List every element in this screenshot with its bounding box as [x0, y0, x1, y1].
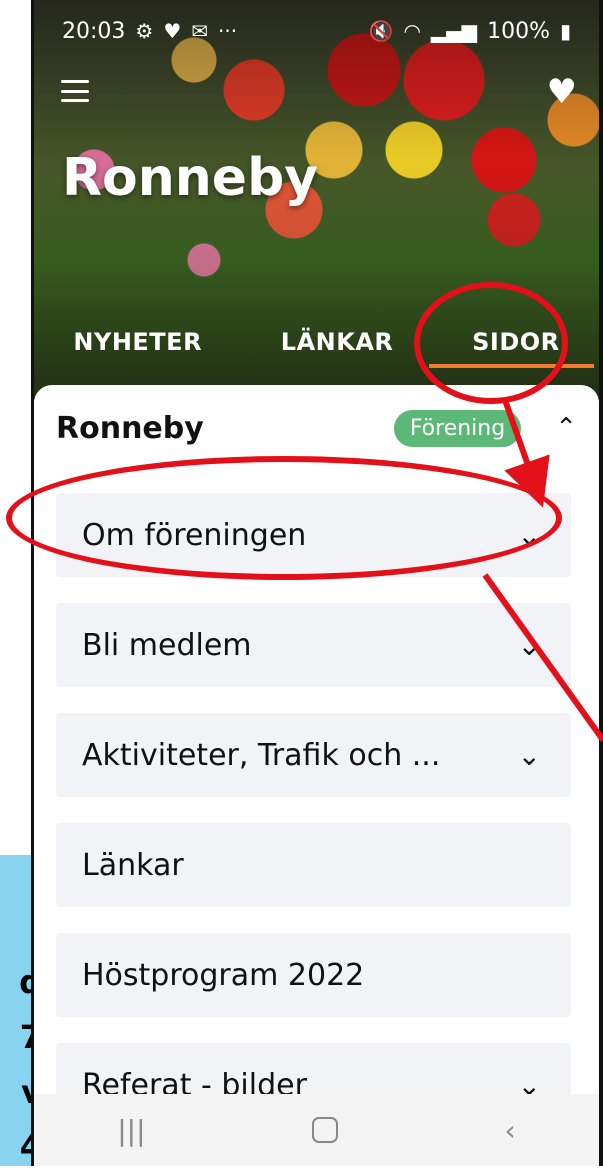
pages-card: Ronneby Förening ⌃ Om föreningen ⌄ Bli m…: [34, 385, 599, 1166]
battery-icon: ▮: [559, 19, 571, 43]
mail-icon: ✉: [191, 19, 209, 43]
signal-icon: ▂▄▆: [430, 19, 478, 43]
list-item-label: Länkar: [82, 847, 184, 883]
card-title: Ronneby: [56, 410, 204, 446]
active-tab-indicator: [429, 364, 594, 368]
chevron-down-icon[interactable]: ⌄: [518, 629, 541, 662]
recents-icon[interactable]: |||: [117, 1114, 145, 1147]
back-icon[interactable]: ‹: [505, 1114, 516, 1147]
home-icon[interactable]: [312, 1117, 339, 1143]
tab-bar: NYHETER LÄNKAR SIDOR: [34, 318, 599, 366]
list-item-lankar[interactable]: Länkar: [56, 823, 571, 907]
tab-nyheter[interactable]: NYHETER: [63, 328, 212, 356]
list-item-label: Aktiviteter, Trafik och ...: [82, 737, 441, 773]
chevron-up-icon[interactable]: ⌃: [555, 413, 577, 443]
card-header[interactable]: Ronneby Förening ⌃: [56, 407, 577, 449]
chevron-down-icon[interactable]: ⌄: [518, 519, 541, 552]
status-bar: 20:03 ⚙ ♥ ✉ ··· 🔇 ◠ ▂▄▆ 100% ▮: [34, 0, 599, 62]
list-item-label: Om föreningen: [82, 517, 307, 553]
settings-icon: ⚙: [135, 19, 154, 43]
wifi-icon: ◠: [403, 19, 421, 43]
page-title: Ronneby: [62, 148, 319, 208]
menu-icon[interactable]: [61, 80, 89, 102]
list-item-label: Bli medlem: [82, 627, 252, 663]
android-nav-bar: ||| ‹: [34, 1094, 599, 1166]
list-item-bli-medlem[interactable]: Bli medlem ⌄: [56, 603, 571, 687]
mute-icon: 🔇: [368, 19, 394, 43]
heart-icon[interactable]: ♥: [547, 75, 577, 109]
phone-screen: 20:03 ⚙ ♥ ✉ ··· 🔇 ◠ ▂▄▆ 100% ▮ ♥ Ronneby…: [31, 0, 603, 1166]
battery-percent: 100%: [487, 18, 550, 44]
heart-pulse-icon: ♥: [163, 19, 182, 43]
status-badge: Förening: [393, 409, 522, 447]
list-item-hostprogram[interactable]: Höstprogram 2022: [56, 933, 571, 1017]
status-time: 20:03: [62, 18, 126, 44]
tab-lankar[interactable]: LÄNKAR: [271, 328, 404, 356]
list-item-aktiviteter[interactable]: Aktiviteter, Trafik och ... ⌄: [56, 713, 571, 797]
more-icon: ···: [218, 19, 238, 43]
list-item-label: Höstprogram 2022: [82, 957, 365, 993]
tab-sidor[interactable]: SIDOR: [462, 328, 570, 356]
list-item-om-foreningen[interactable]: Om föreningen ⌄: [56, 493, 571, 577]
chevron-down-icon[interactable]: ⌄: [518, 739, 541, 772]
